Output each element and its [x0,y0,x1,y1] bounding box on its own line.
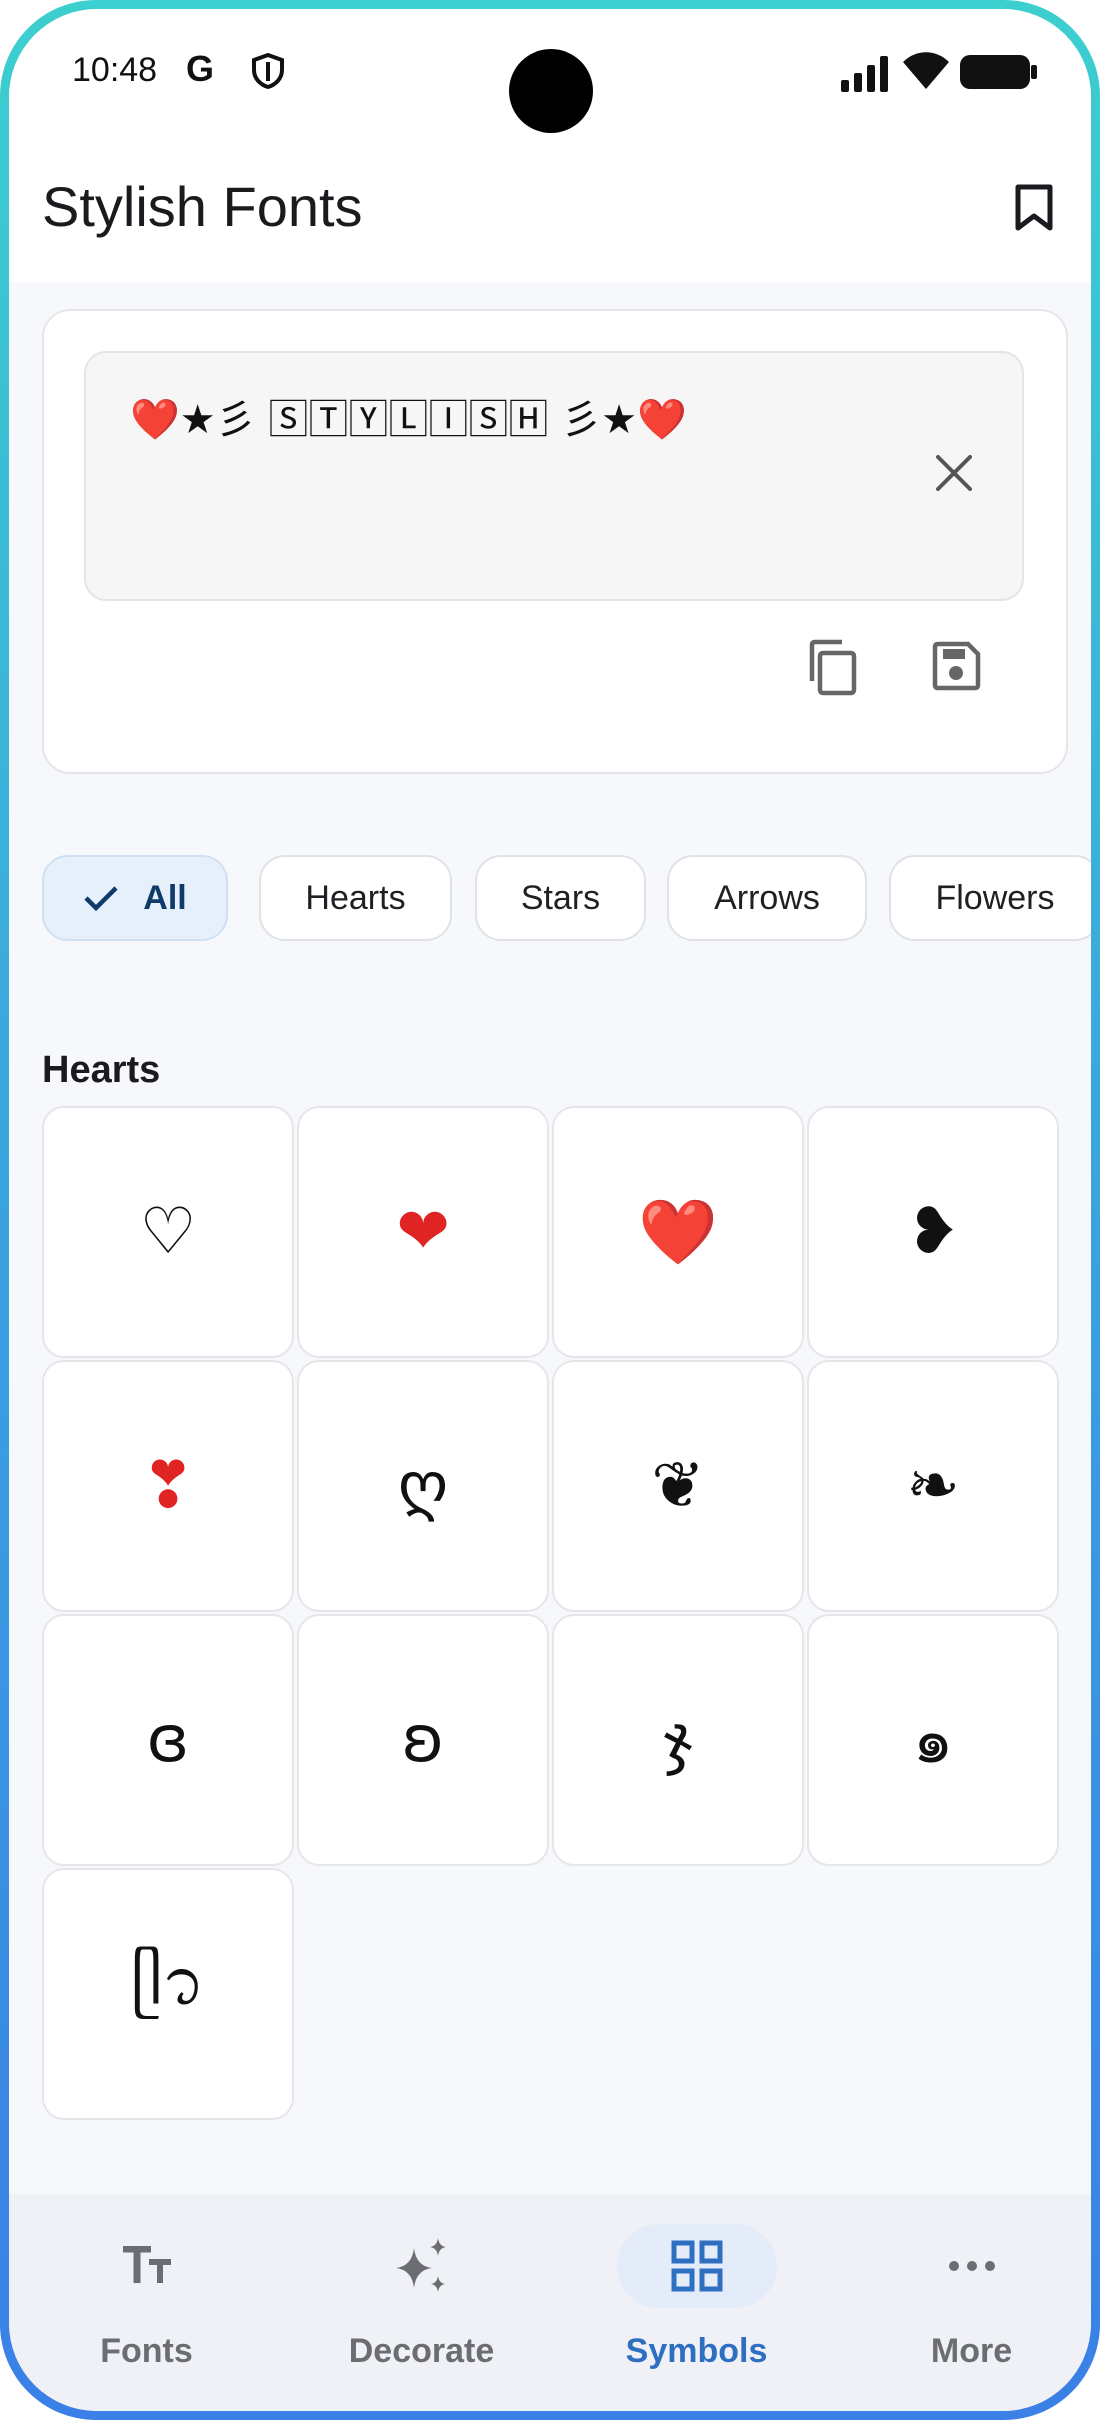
text-format-icon [122,2246,171,2283]
chip-label: Stars [520,878,601,917]
nav-label: Symbols [625,2332,768,2370]
shield-icon [252,53,284,89]
symbol-tile[interactable]: ❤ [297,1106,549,1358]
save-icon[interactable] [931,641,981,691]
nav-decorate[interactable]: Decorate [284,2194,559,2411]
symbol-tile[interactable]: ❣ [42,1360,294,1612]
chip-label: Hearts [305,878,406,917]
bottom-navigation: Fonts Decorate Symbols More [9,2194,1091,2411]
editor-card: ❤️★彡 🅂🅃🅈🄻🄸🅂🄷 彡★❤️ [42,309,1068,774]
section-title: Hearts [42,1049,161,1091]
symbol-tile[interactable]: ❤️ [552,1106,804,1358]
chip-flowers[interactable]: Flowers [889,855,1091,941]
camera-cutout [509,49,593,133]
symbol-tile[interactable]: ❥ [807,1106,1059,1358]
wifi-icon [903,52,949,89]
battery-icon [960,55,1037,89]
app-bar: Stylish Fonts [9,154,1091,282]
device-frame: 10:48 G Stylish Fonts ❤️★彡 🅂🅃🅈🄻🄸🅂🄷 彡★❤️ … [0,0,1100,2420]
page-title: Stylish Fonts [42,175,363,238]
chip-hearts[interactable]: Hearts [259,855,452,941]
nav-label: Fonts [100,2332,193,2370]
nav-label: More [930,2332,1013,2370]
text-input[interactable]: ❤️★彡 🅂🅃🅈🄻🄸🅂🄷 彡★❤️ [84,351,1024,601]
chip-all[interactable]: All [42,855,228,941]
chip-arrows[interactable]: Arrows [667,855,867,941]
symbol-tile[interactable]: ๑ [807,1614,1059,1866]
status-bar: 10:48 G [9,9,1091,154]
nav-symbols[interactable]: Symbols [559,2194,834,2411]
chip-label: Arrows [714,878,820,917]
chip-stars[interactable]: Stars [475,855,646,941]
check-icon [84,886,118,912]
status-time: 10:48 [72,51,158,89]
symbol-tile[interactable]: ʚ [297,1614,549,1866]
chip-label: Flowers [935,878,1055,917]
screen: 10:48 G Stylish Fonts ❤️★彡 🅂🅃🅈🄻🄸🅂🄷 彡★❤️ … [9,9,1091,2411]
google-g-icon: G [186,48,215,89]
nav-more[interactable]: More [834,2194,1091,2411]
symbol-tile[interactable]: ᥫ᭡ [42,1868,294,2120]
grid-icon [671,2240,722,2292]
close-icon[interactable] [934,453,974,493]
chip-label: All [143,878,187,917]
category-chips: All Hearts Stars Arrows Flowers [42,855,1091,941]
bookmark-icon[interactable] [1014,184,1054,232]
signal-icon [841,56,888,92]
sparkles-icon [395,2238,446,2292]
symbol-tile[interactable]: ❦ [552,1360,804,1612]
input-text[interactable]: ❤️★彡 🅂🅃🅈🄻🄸🅂🄷 彡★❤️ [130,387,687,445]
symbol-tile[interactable]: ♡ [42,1106,294,1358]
symbol-tile[interactable]: ❧ [807,1360,1059,1612]
more-horizontal-icon [948,2261,995,2271]
nav-label: Decorate [348,2332,495,2370]
symbol-tile[interactable]: ღ [297,1360,549,1612]
symbol-tile[interactable]: ɞ [42,1614,294,1866]
nav-fonts[interactable]: Fonts [9,2194,284,2411]
copy-icon[interactable] [806,639,858,697]
symbol-tile[interactable]: ჯ [552,1614,804,1866]
symbol-grid: ♡ ❤ ❤️ ❥ ❣ ღ ❦ ❧ ɞ ʚ ჯ ๑ ᥫ᭡ [42,1106,1072,2120]
